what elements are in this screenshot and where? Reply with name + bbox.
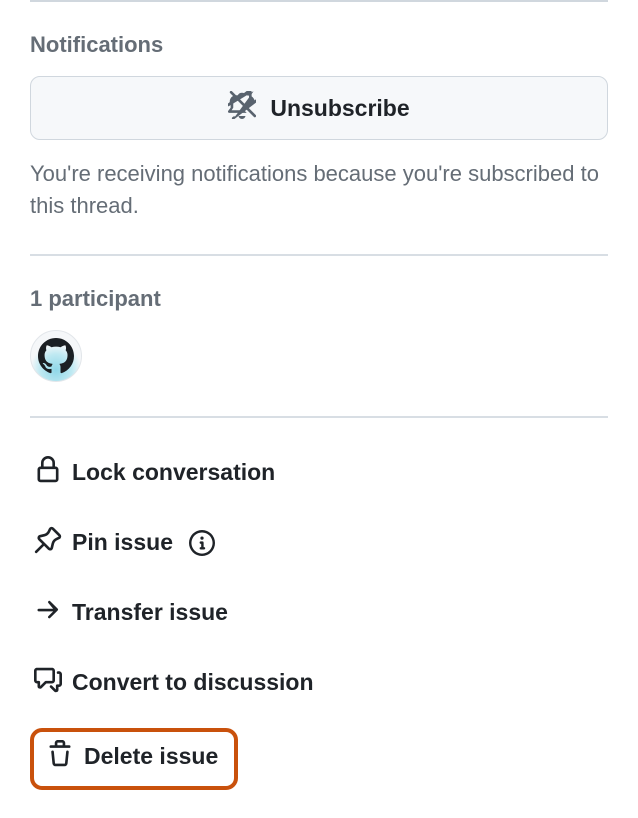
lock-conversation-label: Lock conversation bbox=[72, 459, 275, 486]
info-icon[interactable] bbox=[189, 530, 215, 556]
lock-icon bbox=[34, 456, 62, 490]
delete-issue-highlight: Delete issue bbox=[30, 728, 238, 790]
delete-issue-label: Delete issue bbox=[84, 743, 218, 770]
notifications-heading: Notifications bbox=[30, 32, 608, 58]
unsubscribe-button[interactable]: Unsubscribe bbox=[30, 76, 608, 140]
arrow-right-icon bbox=[34, 596, 62, 630]
convert-discussion-label: Convert to discussion bbox=[72, 669, 314, 696]
transfer-issue-label: Transfer issue bbox=[72, 599, 228, 626]
transfer-issue-action[interactable]: Transfer issue bbox=[30, 578, 608, 648]
pin-icon bbox=[34, 526, 62, 560]
delete-issue-action[interactable]: Delete issue bbox=[46, 740, 218, 774]
convert-discussion-action[interactable]: Convert to discussion bbox=[30, 648, 608, 718]
unsubscribe-label: Unsubscribe bbox=[270, 95, 409, 122]
participant-avatar[interactable] bbox=[30, 330, 82, 382]
bell-slash-icon bbox=[228, 91, 256, 125]
discussion-icon bbox=[34, 666, 62, 700]
notifications-description: You're receiving notifications because y… bbox=[30, 158, 608, 222]
participants-heading: 1 participant bbox=[30, 286, 608, 312]
trash-icon bbox=[46, 740, 74, 774]
pin-issue-label: Pin issue bbox=[72, 529, 173, 556]
octocat-icon bbox=[38, 338, 74, 374]
pin-issue-action[interactable]: Pin issue bbox=[30, 508, 608, 578]
lock-conversation-action[interactable]: Lock conversation bbox=[30, 438, 608, 508]
